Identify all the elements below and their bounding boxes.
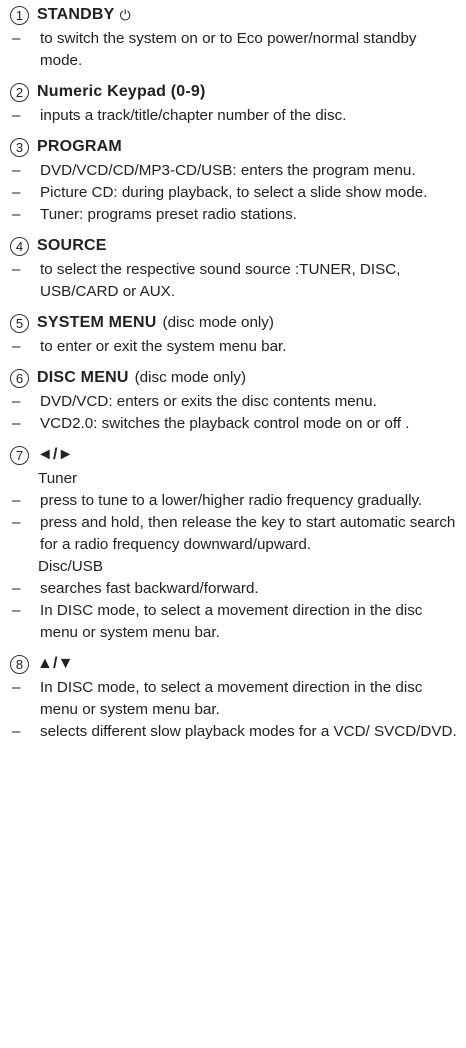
bullet-text: inputs a track/title/chapter number of t… xyxy=(40,107,347,124)
section-heading: 8 ▲/▼ xyxy=(10,651,458,677)
bullet-item: – inputs a track/title/chapter number of … xyxy=(10,105,458,127)
bullet-item: – DVD/VCD/CD/MP3-CD/USB: enters the progr… xyxy=(10,160,458,182)
subheading-text: Tuner xyxy=(38,470,78,487)
power-icon: ⏻ xyxy=(119,7,131,23)
section-heading: 5 SYSTEM MENU (disc mode only) xyxy=(10,310,458,336)
dash-bullet: – xyxy=(12,723,21,740)
section-title: ▲/▼ xyxy=(37,655,74,672)
section-1: 1 STANDBY ⏻ – to switch the system on or to … xyxy=(10,2,458,72)
bullet-text: press and hold, then release the key to … xyxy=(40,514,456,553)
bullet-item: – to switch the system on or to Eco power… xyxy=(10,28,458,72)
dash-bullet: – xyxy=(12,107,21,124)
section-heading: 2 Numeric Keypad (0-9) xyxy=(10,79,458,105)
section-4: 4 SOURCE – to select the respective sound s… xyxy=(10,233,458,303)
section-number-badge: 2 xyxy=(10,82,29,102)
bullet-text: press to tune to a lower/higher radio fr… xyxy=(40,492,423,509)
dash-bullet: – xyxy=(12,415,21,432)
section-7: 7 ◄/► Tuner – press to tune to a lower/highe… xyxy=(10,442,458,644)
dash-bullet: – xyxy=(12,261,21,278)
section-2: 2 Numeric Keypad (0-9) – inputs a track/tit… xyxy=(10,79,458,127)
bullet-text: In DISC mode, to select a movement direc… xyxy=(40,602,423,641)
subheading-text: Disc/USB xyxy=(38,558,103,575)
section-title: SYSTEM MENU xyxy=(37,314,157,331)
bullet-item: – Tuner: programs preset radio stations. xyxy=(10,204,458,226)
bullet-item: – press and hold, then release the key to… xyxy=(10,512,458,556)
section-title: Numeric Keypad (0-9) xyxy=(37,83,206,100)
bullet-text: VCD2.0: switches the playback control mo… xyxy=(40,415,410,432)
dash-bullet: – xyxy=(12,338,21,355)
section-title: DISC MENU xyxy=(37,369,129,386)
dash-bullet: – xyxy=(12,679,21,696)
dash-bullet: – xyxy=(12,514,21,531)
section-heading: 1 STANDBY ⏻ xyxy=(10,2,458,28)
section-title: PROGRAM xyxy=(37,138,122,155)
dash-bullet: – xyxy=(12,206,21,223)
bullet-text: to enter or exit the system menu bar. xyxy=(40,338,287,355)
section-number-badge: 3 xyxy=(10,137,29,157)
dash-bullet: – xyxy=(12,162,21,179)
section-6: 6 DISC MENU (disc mode only) – DVD/VCD: ente… xyxy=(10,365,458,435)
bullet-text: to switch the system on or to Eco power/… xyxy=(40,30,417,69)
dash-bullet: – xyxy=(12,393,21,410)
bullet-item: – VCD2.0: switches the playback control m… xyxy=(10,413,458,435)
bullet-item: – Picture CD: during playback, to select … xyxy=(10,182,458,204)
bullet-text: Tuner: programs preset radio stations. xyxy=(40,206,297,223)
section-number-badge: 5 xyxy=(10,313,29,333)
bullet-item: – In DISC mode, to select a movement dire… xyxy=(10,677,458,721)
section-5: 5 SYSTEM MENU (disc mode only) – to enter or… xyxy=(10,310,458,358)
bullet-text: In DISC mode, to select a movement direc… xyxy=(40,679,423,718)
section-number-badge: 1 xyxy=(10,5,29,25)
section-title: ◄/► xyxy=(37,446,74,463)
section-8: 8 ▲/▼ – In DISC mode, to select a movement … xyxy=(10,651,458,743)
section-title-note: (disc mode only) xyxy=(162,314,274,331)
dash-bullet: – xyxy=(12,184,21,201)
bullet-text: DVD/VCD/CD/MP3-CD/USB: enters the progra… xyxy=(40,162,416,179)
dash-bullet: – xyxy=(12,30,21,47)
section-heading: 7 ◄/► xyxy=(10,442,458,468)
dash-bullet: – xyxy=(12,492,21,509)
bullet-text: selects different slow playback modes fo… xyxy=(40,723,457,740)
section-number-badge: 8 xyxy=(10,654,29,674)
bullet-item: – press to tune to a lower/higher radio f… xyxy=(10,490,458,512)
bullet-item: – searches fast backward/forward. xyxy=(10,578,458,600)
bullet-item: – DVD/VCD: enters or exits the disc conte… xyxy=(10,391,458,413)
dash-bullet: – xyxy=(12,602,21,619)
bullet-item: – to enter or exit the system menu bar. xyxy=(10,336,458,358)
section-heading: 6 DISC MENU (disc mode only) xyxy=(10,365,458,391)
bullet-item: – In DISC mode, to select a movement dire… xyxy=(10,600,458,644)
section-number-badge: 6 xyxy=(10,368,29,388)
section-number-badge: 4 xyxy=(10,236,29,256)
bullet-text: searches fast backward/forward. xyxy=(40,580,259,597)
section-title-note: (disc mode only) xyxy=(134,369,247,386)
bullet-text: Picture CD: during playback, to select a… xyxy=(40,184,428,201)
dash-bullet: – xyxy=(12,580,21,597)
bullet-item: – selects different slow playback modes f… xyxy=(10,721,458,743)
section-heading: 4 SOURCE xyxy=(10,233,458,259)
bullet-item: – to select the respective sound source :… xyxy=(10,259,458,303)
section-heading: 3 PROGRAM xyxy=(10,134,458,160)
section-title: STANDBY xyxy=(37,6,115,23)
bullet-text: to select the respective sound source :T… xyxy=(40,261,401,300)
section-number-badge: 7 xyxy=(10,445,29,465)
section-title: SOURCE xyxy=(37,237,107,254)
bullet-text: DVD/VCD: enters or exits the disc conten… xyxy=(40,393,377,410)
manual-page: 1 STANDBY ⏻ – to switch the system on or to … xyxy=(0,0,466,743)
section-3: 3 PROGRAM – DVD/VCD/CD/MP3-CD/USB: enters t… xyxy=(10,134,458,226)
